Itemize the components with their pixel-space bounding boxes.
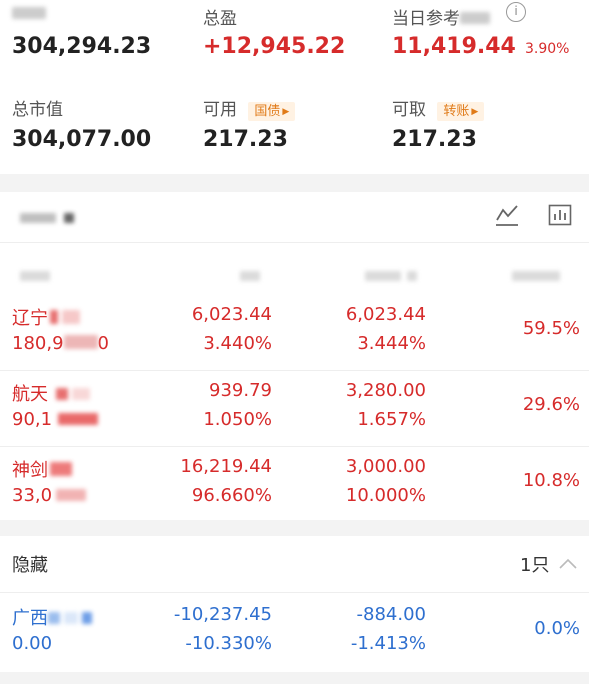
position-ratio: 59.5% [522,318,580,339]
bottom-gap [0,672,589,684]
treasury-bond-tag[interactable]: 国债 ▶ [248,102,296,121]
divider [0,370,589,371]
total-assets-value: 304,294.23 [12,34,152,59]
current-price: 6,023.44 [191,304,272,325]
current-price: 939.79 [209,380,272,401]
cost-price: 3,280.00 [345,380,426,401]
daily-pnl: 11,419.44 3.90% [392,34,569,59]
holdings-title [20,208,74,227]
cost-pct: -1.413% [350,633,426,654]
market-value-value: 304,077.00 [12,127,152,152]
daily-pnl-pct: 3.90% [524,41,570,57]
price-change-pct: 1.050% [203,409,272,430]
stock-qty: 180,9 0 [12,333,109,354]
cost-pct: 10.000% [345,485,426,506]
position-ratio: 29.6% [522,394,580,415]
position-ratio: 0.0% [534,618,580,639]
cost-price: 6,023.44 [345,304,426,325]
withdrawable-value: 217.23 [392,127,477,152]
transfer-tag[interactable]: 转账 ▶ [437,102,485,121]
line-chart-icon[interactable] [494,202,520,228]
total-pnl-label: 总盈 [203,9,237,29]
stock-qty: 33,0 [12,485,87,506]
hidden-count: 1只 [520,555,550,576]
hidden-section-title: 隐藏 [12,555,48,576]
total-assets-label [12,4,46,24]
current-price: -10,237.45 [173,604,272,625]
daily-pnl-value: 11,419.44 [392,34,516,59]
available-value: 217.23 [203,127,288,152]
available-label: 可用 国债 ▶ [203,95,296,121]
withdrawable-label: 可取 转账 ▶ [392,95,485,121]
divider [0,446,589,447]
position-ratio: 10.8% [522,470,580,491]
stock-name: 辽宁 [12,304,80,330]
total-pnl-value: +12,945.22 [203,34,346,59]
price-change-pct: -10.330% [185,633,272,654]
daily-pnl-label: 当日参考 [392,4,490,29]
cost-price: -884.00 [356,604,426,625]
cost-price: 3,000.00 [345,456,426,477]
cost-pct: 3.444% [357,333,426,354]
section-divider [0,174,589,192]
price-change-pct: 96.660% [191,485,272,506]
stock-name: 广西 [12,604,92,630]
stock-name: 神剑 [12,456,72,482]
chevron-up-icon [559,553,577,574]
stock-qty: 90,1 [12,409,99,430]
current-price: 16,219.44 [180,456,272,477]
bar-chart-icon[interactable] [547,202,573,228]
hidden-toggle[interactable]: 1只 [520,551,577,577]
stock-name: 航天 [12,380,90,406]
divider [0,592,589,593]
cost-pct: 1.657% [357,409,426,430]
info-icon[interactable]: i [506,2,526,22]
market-value-label: 总市值 [12,100,63,120]
section-divider [0,520,589,536]
divider [0,242,589,243]
stock-qty: 0.00 [12,633,53,654]
price-change-pct: 3.440% [203,333,272,354]
